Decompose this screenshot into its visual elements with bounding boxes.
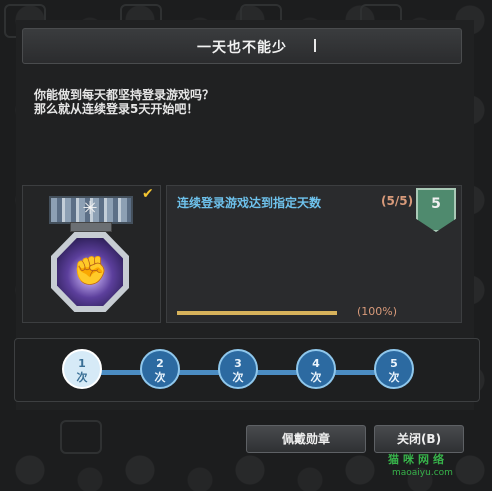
close-button[interactable]: 关闭(B) (374, 425, 464, 453)
watermark-url: maoaiyu.com (392, 468, 453, 478)
progress-percent: (100%) (357, 305, 398, 318)
medal-clasp (70, 222, 112, 232)
step-unit: 次 (76, 371, 88, 384)
step-unit: 次 (388, 371, 400, 384)
check-icon: ✔ (142, 186, 154, 202)
login-step-4: 4次 (296, 349, 336, 389)
progress-bar (177, 311, 337, 315)
background-emblem (60, 420, 102, 454)
description-line-2: 那么就从连续登录5天开始吧！ (34, 102, 199, 116)
login-step-1: 1次 (62, 349, 102, 389)
dialog-title-bar: 一天也不能少 (22, 28, 462, 64)
step-number: 5 (390, 357, 398, 370)
wear-medal-button[interactable]: 佩戴勋章 (246, 425, 366, 453)
task-progress-count: (5/5) (381, 194, 414, 208)
text-cursor (314, 39, 316, 52)
progress-bar-fill (177, 311, 337, 315)
task-info-panel: 连续登录游戏达到指定天数 (5/5) 5 (100%) (166, 185, 462, 323)
step-unit: 次 (310, 371, 322, 384)
step-unit: 次 (154, 371, 166, 384)
step-number: 3 (234, 357, 242, 370)
step-number: 4 (312, 357, 320, 370)
login-step-2: 2次 (140, 349, 180, 389)
fist-icon: ✊ (73, 254, 108, 287)
dialog-title: 一天也不能少 (197, 40, 287, 56)
login-step-3: 3次 (218, 349, 258, 389)
level-badge-number: 5 (431, 196, 441, 212)
step-number: 2 (156, 357, 164, 370)
step-unit: 次 (232, 371, 244, 384)
login-step-5: 5次 (374, 349, 414, 389)
watermark-text: 猫咪网络 (388, 453, 448, 466)
star-icon: ✳ (82, 198, 98, 219)
step-number: 1 (78, 357, 86, 370)
task-description: 连续登录游戏达到指定天数 (177, 196, 322, 210)
medal-panel: ✳ ✊ (22, 185, 161, 323)
